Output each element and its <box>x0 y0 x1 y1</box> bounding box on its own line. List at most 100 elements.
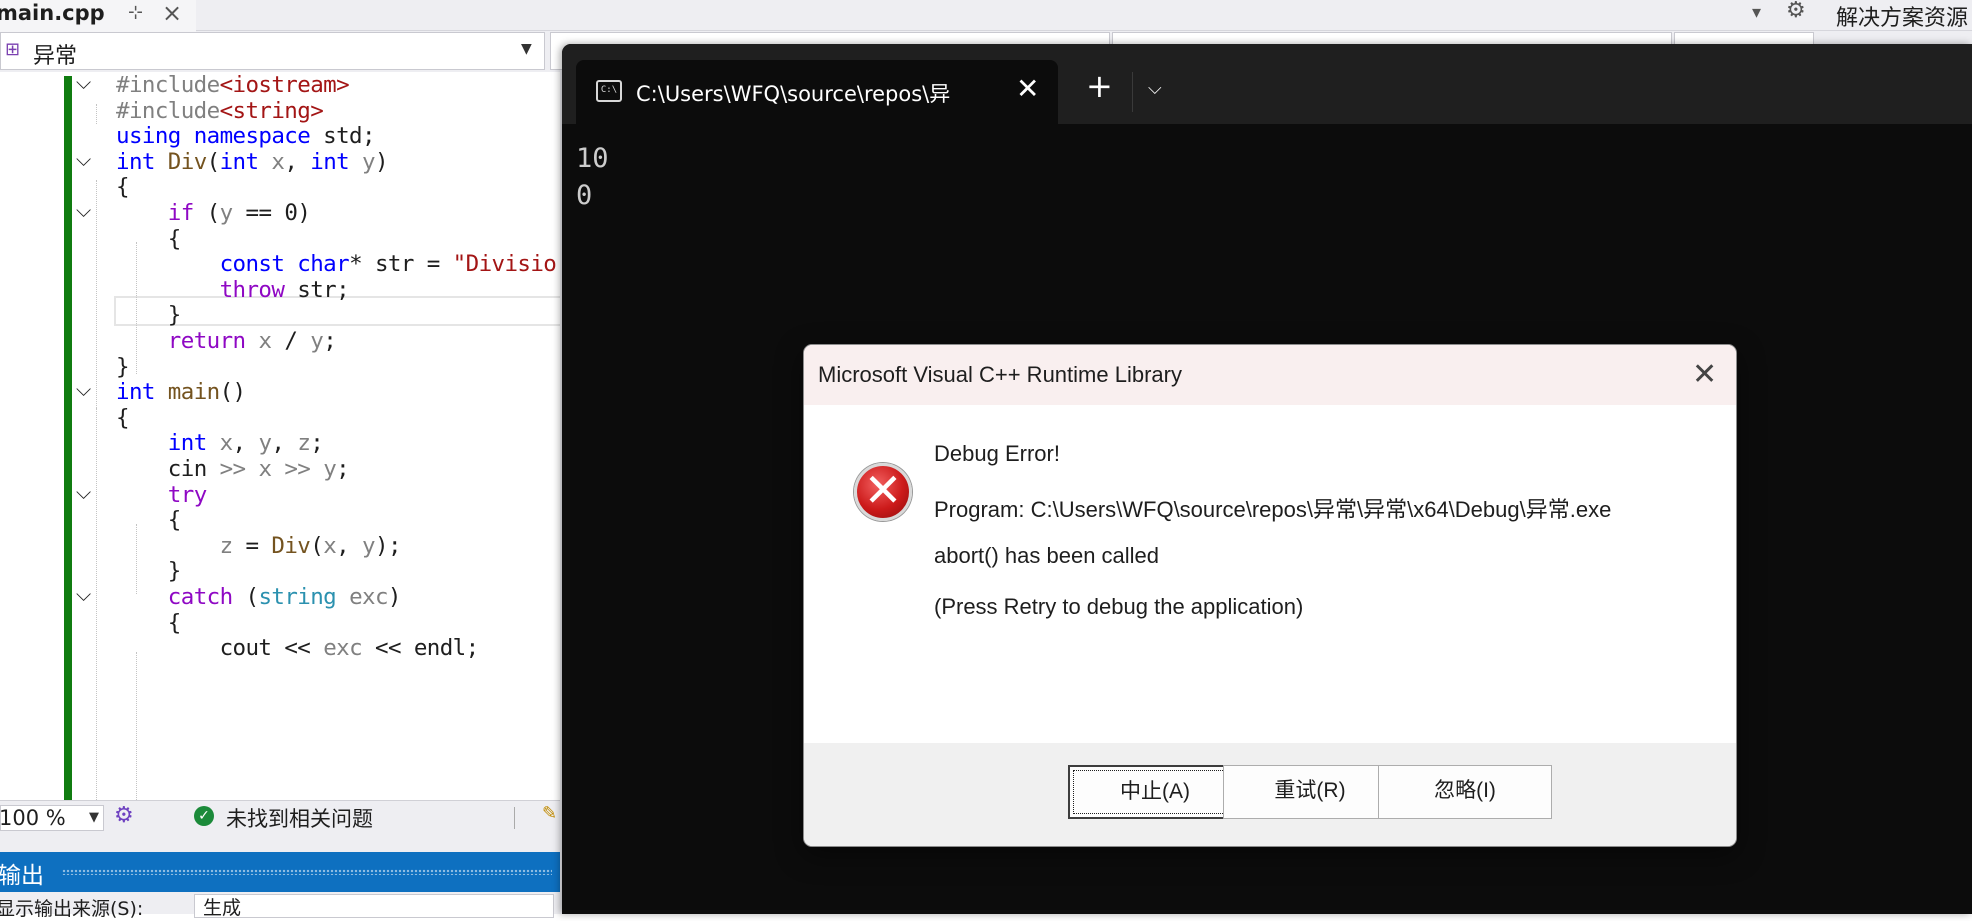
zoom-value: 100 % <box>0 806 66 830</box>
ignore-button[interactable]: 忽略(I) <box>1378 765 1552 819</box>
code-text: int x, y, z; <box>116 430 324 457</box>
code-text: } <box>116 354 130 380</box>
fold-chevron-icon[interactable]: ⌵ <box>76 72 91 94</box>
tab-main-cpp[interactable]: main.cpp ⊹ × <box>0 0 196 32</box>
chevron-down-icon[interactable]: ▼ <box>89 810 99 825</box>
code-text: catch (string exc) <box>116 584 402 610</box>
output-title: 输出 <box>0 863 44 889</box>
code-token: { <box>116 174 130 201</box>
code-token: ; <box>323 328 337 354</box>
code-token: < <box>284 635 298 662</box>
code-text: cin >> x >> y; <box>116 456 350 482</box>
terminal-output[interactable]: 10 0 <box>576 140 609 214</box>
code-token: , <box>271 430 285 457</box>
code-text: { <box>116 610 182 636</box>
fold-chevron-icon[interactable]: ⌵ <box>76 377 91 401</box>
chevron-down-icon[interactable]: ▾ <box>1752 2 1761 23</box>
fold-chevron-icon[interactable]: ⌵ <box>76 582 91 606</box>
code-token: y <box>219 200 234 226</box>
intellicode-icon[interactable]: ⚙ <box>114 803 134 828</box>
fold-chevron-icon[interactable]: ⌵ <box>76 198 91 222</box>
code-token: y <box>362 532 376 559</box>
editor-status-bar: 100 % ▼ ⚙ ✓ 未找到相关问题 ✎ <box>0 800 560 835</box>
code-line[interactable]: cout << exc << endl; <box>0 635 560 667</box>
chevron-down-icon[interactable]: ⌵ <box>1148 78 1162 99</box>
fold-chevron-icon[interactable]: ⌵ <box>76 147 91 171</box>
code-token: endl <box>413 635 466 662</box>
code-token: using <box>116 123 181 150</box>
code-token: cin <box>167 456 207 482</box>
retry-button[interactable]: 重试(R) <box>1223 765 1397 819</box>
zoom-dropdown[interactable]: 100 % ▼ <box>0 805 104 831</box>
close-icon[interactable]: ✕ <box>1016 72 1039 105</box>
close-icon[interactable]: × <box>162 0 182 27</box>
code-text: try <box>116 482 207 508</box>
code-text: throw str; <box>116 277 350 303</box>
output-panel-header[interactable]: 输出 <box>0 852 560 892</box>
scope-dropdown[interactable]: ⊞ 异常 ▼ <box>0 32 545 70</box>
code-token: == <box>245 200 273 226</box>
issues-status[interactable]: 未找到相关问题 <box>226 803 373 833</box>
code-text: int main() <box>116 379 246 405</box>
code-token: ( <box>206 148 221 175</box>
code-editor[interactable]: ⌵ #include<iostream> #include<string> using… <box>0 72 560 800</box>
brush-icon[interactable]: ✎ <box>542 803 557 824</box>
panel-grip[interactable] <box>62 869 552 875</box>
dialog-message: abort() has been called <box>934 543 1160 568</box>
code-token: cout <box>219 635 272 662</box>
code-token: x <box>219 430 234 457</box>
code-token: ) <box>387 584 402 610</box>
abort-button[interactable]: 中止(A) <box>1068 765 1242 819</box>
code-token: y <box>258 430 272 457</box>
terminal-line: 10 <box>576 143 609 174</box>
code-text: return x / y; <box>116 328 337 354</box>
fold-chevron-icon[interactable]: ⌵ <box>76 480 91 504</box>
terminal-tab[interactable]: C:\ C:\Users\WFQ\source\repos\异 ✕ <box>576 60 1058 124</box>
code-token: { <box>167 225 182 252</box>
dialog-button-bar: 中止(A) 重试(R) 忽略(I) <box>804 743 1736 846</box>
pin-icon[interactable]: ⊹ <box>128 2 143 23</box>
code-text: cout << exc << endl; <box>116 635 480 662</box>
output-source-label: 显示输出来源(S): <box>0 898 144 920</box>
code-token: < <box>387 635 402 662</box>
chevron-down-icon[interactable]: ▼ <box>521 41 532 57</box>
code-token: * <box>349 251 363 278</box>
plus-icon[interactable]: + <box>1086 70 1113 102</box>
gear-icon[interactable]: ⚙ <box>1786 0 1806 23</box>
code-token: ( <box>206 200 221 226</box>
code-text: { <box>116 174 130 201</box>
code-token: exc <box>349 584 388 610</box>
code-token: try <box>167 481 207 508</box>
code-token: namespace <box>193 123 311 150</box>
tab-label: main.cpp <box>0 1 105 25</box>
dialog-titlebar[interactable]: Microsoft Visual C++ Runtime Library ✕ <box>804 345 1736 405</box>
close-icon[interactable]: ✕ <box>1692 357 1717 392</box>
output-source-select[interactable]: 生成 <box>194 894 554 919</box>
code-token: ; <box>336 456 350 482</box>
code-token: #include <box>116 97 220 124</box>
code-token: return <box>167 328 246 354</box>
code-token: x <box>258 456 272 482</box>
